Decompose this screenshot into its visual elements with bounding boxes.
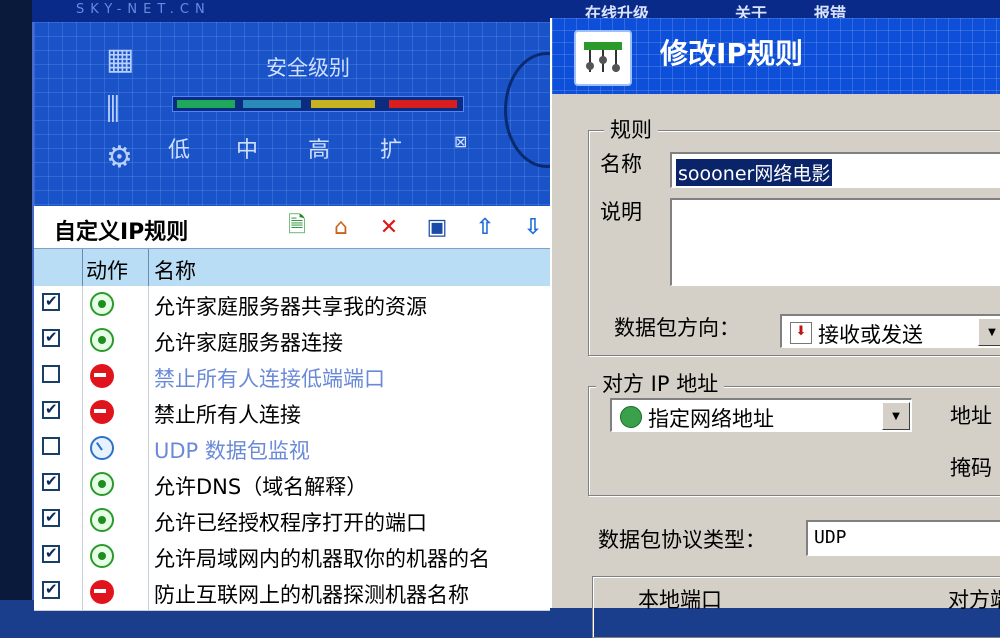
sliders-icon[interactable]: ⫼	[106, 92, 120, 127]
allow-icon	[90, 292, 114, 316]
remote-port-label: 对方端	[948, 588, 1000, 612]
direction-value: 接收或发送	[818, 323, 923, 347]
edit-ip-rule-dialog: 修改IP规则 规则 名称 soooner网络电影 说明 数据包方向： ⬇ 接收或…	[550, 18, 1000, 638]
table-row[interactable]: 允许已经授权程序打开的端口	[34, 502, 550, 539]
rule-enabled-checkbox[interactable]	[42, 365, 60, 383]
direction-select[interactable]: ⬇ 接收或发送 ▼	[780, 314, 1000, 348]
security-level-title: 安全级别	[266, 56, 350, 80]
level-extended[interactable]: 扩	[380, 132, 402, 164]
description-label: 说明	[600, 200, 642, 224]
monitor-icon	[90, 436, 114, 460]
direction-label: 数据包方向：	[614, 316, 740, 340]
table-row[interactable]: UDP 数据包监视	[34, 430, 550, 467]
rule-name: UDP 数据包监视	[154, 439, 310, 463]
receive-send-icon: ⬇	[790, 322, 812, 344]
table-row[interactable]: 允许家庭服务器连接	[34, 322, 550, 359]
network-rule-icon	[574, 30, 632, 86]
deny-icon	[90, 364, 114, 388]
edit-rule-icon[interactable]: ⌂	[326, 212, 356, 242]
gear-icon[interactable]: ⚙	[106, 140, 133, 175]
column-name[interactable]: 名称	[154, 255, 196, 285]
table-row[interactable]: 允许DNS（域名解释）	[34, 466, 550, 503]
chevron-down-icon[interactable]: ▼	[882, 402, 910, 430]
chevron-down-icon[interactable]: ▼	[978, 318, 1000, 346]
rule-group-label: 规则	[604, 114, 658, 144]
rule-name: 禁止所有人连接	[154, 403, 301, 427]
remote-ip-group-label: 对方 IP 地址	[596, 368, 725, 398]
rule-enabled-checkbox[interactable]	[42, 328, 60, 347]
rule-name: 允许家庭服务器共享我的资源	[154, 295, 427, 319]
remote-ip-type-select[interactable]: 指定网络地址 ▼	[610, 398, 912, 432]
rule-enabled-checkbox[interactable]	[42, 472, 60, 491]
security-level-slider[interactable]	[172, 96, 464, 112]
table-row[interactable]: 禁止所有人连接	[34, 394, 550, 431]
table-row[interactable]: 禁止所有人连接低端端口	[34, 358, 550, 395]
deny-icon	[90, 580, 114, 604]
rules-toolbar: 自定义IP规则 🗎 ⌂ ✕ ▣ ⇧ ⇩	[34, 206, 550, 248]
rule-enabled-checkbox[interactable]	[42, 580, 60, 599]
protocol-value: UDP	[814, 527, 847, 548]
remote-ip-type-value: 指定网络地址	[648, 407, 774, 431]
rule-name: 允许局域网内的机器取你的机器的名	[154, 547, 490, 571]
rule-name: 允许已经授权程序打开的端口	[154, 511, 427, 535]
brand-logo: SKY-NET.CN	[76, 2, 211, 17]
rules-column-header: 动作 名称	[34, 248, 550, 288]
level-high[interactable]: 高	[308, 132, 330, 164]
left-edge-strip	[0, 0, 34, 600]
move-up-icon[interactable]: ⇧	[470, 212, 500, 242]
dialog-titlebar[interactable]: 修改IP规则	[552, 18, 1000, 94]
rule-enabled-checkbox[interactable]	[42, 400, 60, 419]
allow-icon	[90, 328, 114, 352]
rule-enabled-checkbox[interactable]	[42, 437, 60, 455]
table-row[interactable]: 允许局域网内的机器取你的机器的名	[34, 538, 550, 575]
name-label: 名称	[600, 152, 642, 176]
protocol-label: 数据包协议类型：	[598, 528, 766, 552]
table-row[interactable]: 允许家庭服务器共享我的资源	[34, 286, 550, 323]
name-input[interactable]: soooner网络电影	[670, 152, 1000, 188]
ip-rules-panel: 自定义IP规则 🗎 ⌂ ✕ ▣ ⇧ ⇩ 动作 名称 允许家庭服务器共享我的资源允…	[34, 206, 550, 611]
delete-rule-icon[interactable]: ✕	[374, 212, 404, 242]
allow-icon	[90, 508, 114, 532]
save-icon[interactable]: ▣	[422, 212, 452, 242]
protocol-select[interactable]: UDP	[806, 520, 1000, 556]
add-rule-icon[interactable]: 🗎	[282, 212, 312, 242]
rules-panel-title: 自定义IP规则	[54, 220, 189, 245]
mask-label: 掩码	[950, 456, 992, 480]
move-down-icon[interactable]: ⇩	[518, 212, 548, 242]
rule-enabled-checkbox[interactable]	[42, 292, 60, 311]
level-low[interactable]: 低	[168, 132, 190, 164]
network-globe-icon	[620, 406, 642, 428]
local-port-label: 本地端口	[638, 588, 722, 612]
calendar-icon[interactable]: ▦	[106, 42, 134, 77]
rule-enabled-checkbox[interactable]	[42, 508, 60, 527]
allow-icon	[90, 544, 114, 568]
rule-name: 允许家庭服务器连接	[154, 331, 343, 355]
close-small-icon[interactable]: ⊠	[454, 132, 467, 151]
security-level-panel: ▦ ⫼ ⚙ 安全级别 低 中 高 扩 ⊠	[34, 22, 590, 209]
address-label: 地址	[950, 404, 992, 428]
rule-name: 防止互联网上的机器探测机器名称	[154, 583, 469, 607]
table-row[interactable]: 防止互联网上的机器探测机器名称	[34, 574, 550, 611]
allow-icon	[90, 472, 114, 496]
column-action[interactable]: 动作	[86, 255, 128, 285]
deny-icon	[90, 400, 114, 424]
description-textarea[interactable]	[670, 198, 1000, 286]
rule-name: 允许DNS（域名解释）	[154, 475, 368, 499]
rule-name: 禁止所有人连接低端端口	[154, 367, 385, 391]
rule-enabled-checkbox[interactable]	[42, 544, 60, 563]
name-input-value: soooner网络电影	[676, 159, 833, 186]
dialog-title: 修改IP规则	[660, 37, 803, 70]
level-medium[interactable]: 中	[236, 132, 258, 164]
